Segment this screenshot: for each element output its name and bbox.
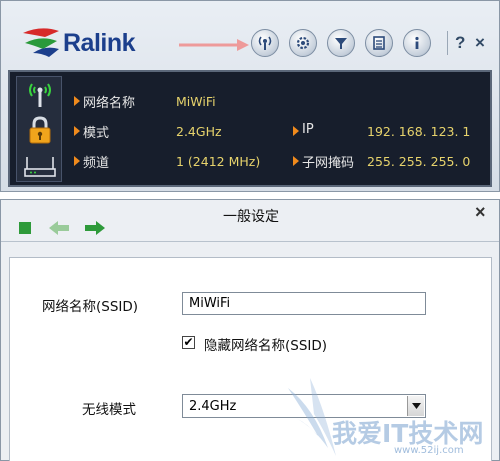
bullet-icon: [293, 126, 299, 136]
stop-button[interactable]: [19, 222, 31, 234]
lock-icon: [29, 116, 51, 144]
mode-label: 模式: [83, 126, 110, 141]
connection-status-panel: 网络名称 MiWiFi 模式 2.4GHz IP 192. 168. 123. …: [8, 70, 492, 187]
gear-icon: [296, 36, 310, 50]
info-icon: [415, 36, 419, 49]
bullet-icon: [74, 156, 80, 166]
settings-button[interactable]: [289, 29, 317, 57]
network-name-value: MiWiFi: [176, 94, 216, 109]
subnet-label: 子网掩码: [302, 156, 355, 171]
dialog-title: 一般设定: [223, 209, 279, 225]
bullet-icon: [293, 156, 299, 166]
ip-value: 192. 168. 123. 1: [367, 124, 471, 139]
filter-icon: [335, 38, 347, 49]
mode-value: 2.4GHz: [176, 124, 222, 139]
status-icon-column: [16, 76, 62, 182]
signal-antenna-icon: [29, 83, 51, 107]
router-icon: [24, 157, 56, 177]
channel-value: 1 (2412 MHz): [176, 154, 261, 169]
channel-label: 频道: [83, 156, 110, 171]
subnet-value: 255. 255. 255. 0: [367, 154, 471, 169]
logo-text: Ralink: [63, 29, 136, 57]
filter-button[interactable]: [327, 29, 355, 57]
ssid-input[interactable]: MiWiFi: [182, 292, 426, 315]
stop-square-icon: [19, 222, 31, 234]
toolbar-separator: [447, 31, 448, 55]
ip-label: IP: [302, 122, 314, 137]
arrow-left-icon: [49, 221, 69, 235]
arrow-right-icon: [85, 221, 105, 235]
watermark-url: www.52ij.com: [394, 445, 464, 456]
antenna-icon: [258, 36, 272, 50]
forward-button[interactable]: [85, 221, 105, 235]
utility-main-window: Ralink ? × 网络名称 MiWiFi 模式 2.4GHz IP 192.…: [0, 0, 500, 192]
ralink-logo-mark-icon: [23, 28, 59, 57]
network-name-label: 网络名称: [83, 96, 136, 111]
dialog-close-button[interactable]: ×: [475, 202, 486, 223]
wireless-mode-label: 无线模式: [82, 402, 136, 418]
info-button[interactable]: [403, 29, 431, 57]
bullet-icon: [74, 96, 80, 106]
profile-list-button[interactable]: [365, 29, 393, 57]
ssid-label: 网络名称(SSID): [42, 299, 139, 315]
pointer-arrow-icon: [179, 39, 249, 51]
bullet-icon: [74, 126, 80, 136]
hide-ssid-checkbox[interactable]: ✔: [182, 336, 195, 349]
ralink-logo: Ralink: [19, 23, 149, 61]
help-button[interactable]: ?: [455, 33, 465, 53]
close-button[interactable]: ×: [475, 33, 485, 53]
title-separator: [1, 241, 499, 242]
wireless-mode-value: 2.4GHz: [189, 399, 237, 414]
back-button[interactable]: [49, 221, 69, 235]
list-icon: [373, 36, 385, 50]
hide-ssid-label: 隐藏网络名称(SSID): [204, 338, 328, 354]
site-survey-button[interactable]: [251, 29, 279, 57]
